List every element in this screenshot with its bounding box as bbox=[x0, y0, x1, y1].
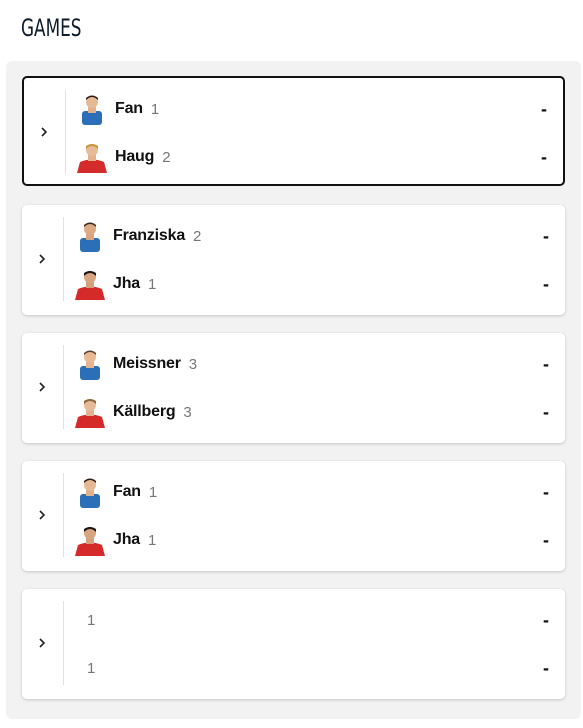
player-avatar-icon bbox=[82, 95, 102, 125]
player-score: - bbox=[543, 353, 549, 374]
game-card[interactable]: Franziska 2 - Jha 1 - bbox=[22, 205, 565, 315]
page-title: GAMES bbox=[21, 14, 82, 42]
chevron-right-icon[interactable] bbox=[37, 125, 51, 139]
player-row-away: Jha 1 - bbox=[75, 523, 549, 557]
divider bbox=[63, 473, 64, 557]
player-avatar-icon bbox=[75, 527, 105, 556]
player-avatar-icon bbox=[77, 144, 107, 173]
player-row-home: Franziska 2 - bbox=[75, 219, 549, 253]
chevron-right-icon[interactable] bbox=[35, 252, 49, 266]
player-score: - bbox=[543, 481, 549, 502]
player-name: Jha bbox=[113, 531, 140, 548]
player-score: - bbox=[543, 401, 549, 422]
player-name: Franziska bbox=[113, 227, 186, 244]
player-avatar-icon bbox=[75, 399, 105, 428]
divider bbox=[63, 217, 64, 301]
divider bbox=[63, 601, 64, 685]
player-score: - bbox=[541, 146, 547, 167]
player-seed: 1 bbox=[87, 611, 96, 629]
player-row-away: 1 - bbox=[75, 651, 549, 685]
player-row-away: Jha 1 - bbox=[75, 267, 549, 301]
player-seed: 2 bbox=[162, 148, 171, 166]
player-seed: 2 bbox=[193, 227, 202, 245]
player-seed: 3 bbox=[183, 403, 192, 421]
player-name: Meissner bbox=[113, 355, 181, 372]
player-seed: 1 bbox=[150, 100, 160, 118]
player-name: Haug bbox=[115, 148, 155, 165]
player-name: Fan bbox=[113, 483, 141, 500]
player-row-home: Meissner 3 - bbox=[75, 347, 549, 381]
player-score: - bbox=[541, 98, 547, 119]
game-card[interactable]: Meissner 3 - Källberg 3 - bbox=[22, 333, 565, 443]
player-avatar-icon bbox=[80, 350, 100, 380]
player-seed: 1 bbox=[147, 275, 157, 293]
chevron-right-icon[interactable] bbox=[35, 636, 49, 650]
game-card[interactable]: 1 - 1 - bbox=[22, 589, 565, 699]
player-seed: 1 bbox=[147, 531, 157, 549]
game-card[interactable]: Fan 1 - Jha 1 - bbox=[22, 461, 565, 571]
chevron-right-icon[interactable] bbox=[35, 508, 49, 522]
player-seed: 1 bbox=[87, 659, 96, 677]
player-score: - bbox=[543, 657, 549, 678]
player-row-home: Fan 1 - bbox=[77, 92, 547, 126]
divider bbox=[65, 90, 66, 174]
divider bbox=[63, 345, 64, 429]
player-name: Jha bbox=[113, 275, 140, 292]
player-avatar-icon bbox=[75, 271, 105, 300]
player-score: - bbox=[543, 225, 549, 246]
player-seed: 1 bbox=[148, 483, 158, 501]
player-score: - bbox=[543, 273, 549, 294]
player-score: - bbox=[543, 529, 549, 550]
player-avatar-icon bbox=[80, 222, 100, 252]
player-name: Källberg bbox=[113, 403, 176, 420]
game-card[interactable]: Fan 1 - Haug 2 - bbox=[22, 76, 565, 186]
player-row-home: Fan 1 - bbox=[75, 475, 549, 509]
player-row-home: 1 - bbox=[75, 603, 549, 637]
player-score: - bbox=[543, 609, 549, 630]
player-name: Fan bbox=[115, 100, 143, 117]
chevron-right-icon[interactable] bbox=[35, 380, 49, 394]
player-row-away: Haug 2 - bbox=[77, 140, 547, 174]
player-seed: 3 bbox=[188, 355, 198, 373]
player-row-away: Källberg 3 - bbox=[75, 395, 549, 429]
games-panel: Fan 1 - Haug 2 - Franziska 2 - Jha 1 - M… bbox=[6, 61, 581, 719]
player-avatar-icon bbox=[80, 478, 100, 508]
